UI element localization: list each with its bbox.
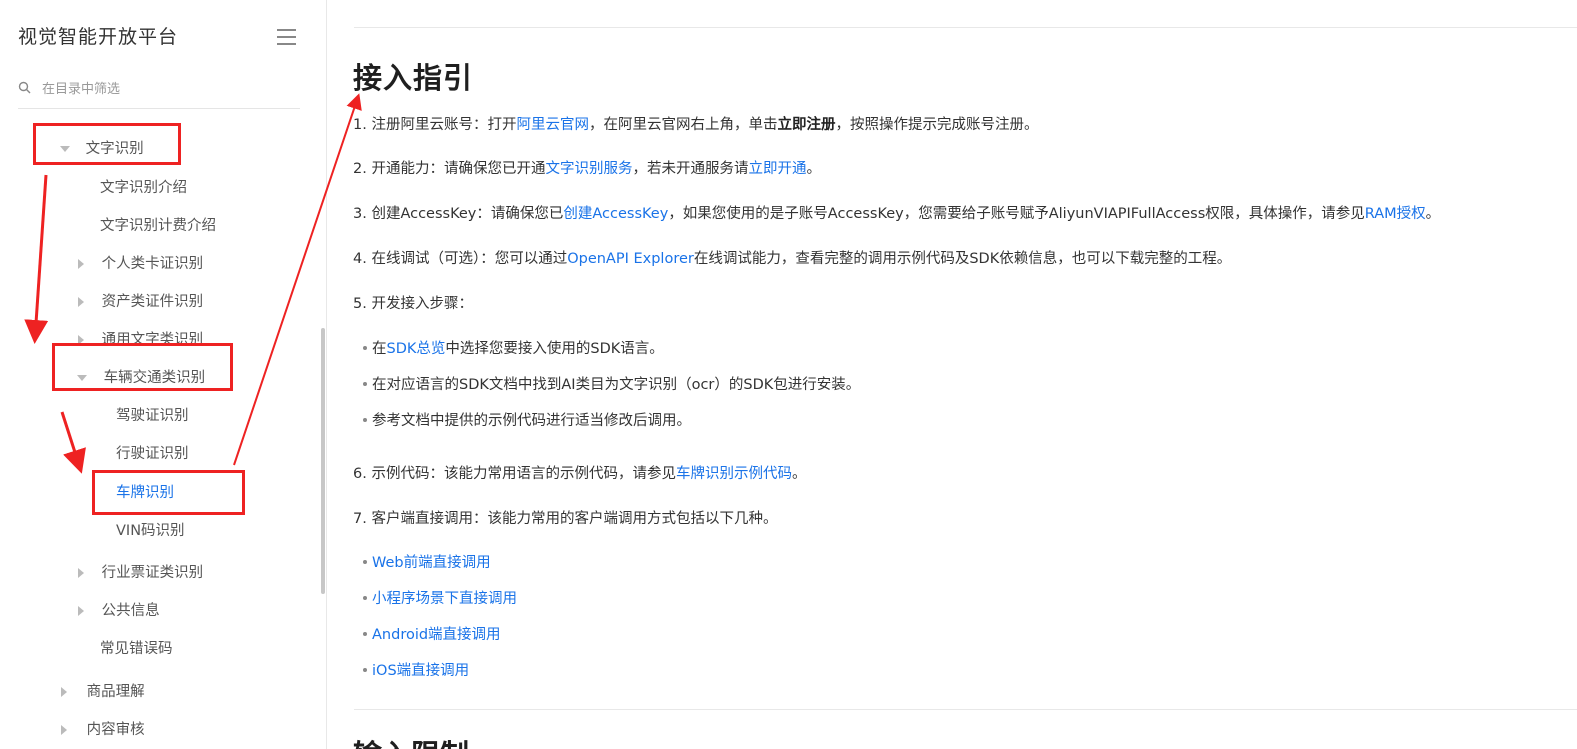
step-7: 7. 客户端直接调用：该能力常用的客户端调用方式包括以下几种。 xyxy=(353,507,777,528)
web-frontend-link[interactable]: Web前端直接调用 xyxy=(372,555,491,571)
nav-product-understanding[interactable]: 商品理解 xyxy=(61,680,145,701)
doc-content: 接入指引 1. 注册阿里云账号：打开阿里云官网，在阿里云官网右上角，单击立即注册… xyxy=(327,0,1577,749)
create-accesskey-link[interactable]: 创建AccessKey xyxy=(563,206,668,222)
nav-asset-document-recognition[interactable]: 资产类证件识别 xyxy=(78,290,203,311)
step-text: 。 xyxy=(806,161,821,177)
nav-label: VIN码识别 xyxy=(116,523,185,539)
nav-label: 车牌识别 xyxy=(116,485,174,501)
sdk-overview-link[interactable]: SDK总览 xyxy=(387,341,446,357)
nav-public-info[interactable]: 公共信息 xyxy=(78,599,160,620)
caret-down-icon xyxy=(77,375,87,381)
step-text: 5. 开发接入步骤： xyxy=(353,296,473,312)
nav-label: 车辆交通类识别 xyxy=(103,370,206,386)
step-text: ，按照操作提示完成账号注册。 xyxy=(835,117,1039,133)
next-section-heading: 输入限制 xyxy=(353,732,469,749)
step-3: 3. 创建AccessKey：请确保您已创建AccessKey，如果您使用的是子… xyxy=(353,202,1440,223)
nav-label: 商品理解 xyxy=(86,684,145,700)
divider xyxy=(354,27,1577,28)
nav-content-moderation[interactable]: 内容审核 xyxy=(61,718,145,739)
miniprogram-link[interactable]: 小程序场景下直接调用 xyxy=(372,591,517,607)
nav-label: 个人类卡证识别 xyxy=(101,256,204,272)
client-call-item: Android端直接调用 xyxy=(363,623,501,644)
catalog-filter xyxy=(18,78,300,109)
nav-text-recognition-intro[interactable]: 文字识别介绍 xyxy=(100,176,187,197)
step-text: 在对应语言的SDK文档中找到AI类目为文字识别（ocr）的SDK包进行安装。 xyxy=(372,377,861,393)
nav-vehicle-license-recognition[interactable]: 行驶证识别 xyxy=(116,442,189,463)
register-now-text: 立即注册 xyxy=(777,117,836,133)
client-call-item: iOS端直接调用 xyxy=(362,659,469,680)
platform-title[interactable]: 视觉智能开放平台 xyxy=(18,22,178,49)
nav-vehicle-traffic-recognition[interactable]: 车辆交通类识别 xyxy=(77,366,205,387)
nav-label: 文字识别计费介绍 xyxy=(100,218,216,234)
client-call-item: Web前端直接调用 xyxy=(363,551,491,572)
nav-personal-card-recognition[interactable]: 个人类卡证识别 xyxy=(78,252,203,273)
android-link[interactable]: Android端直接调用 xyxy=(372,627,501,643)
nav-text-recognition-billing[interactable]: 文字识别计费介绍 xyxy=(100,214,216,235)
nav-vin-recognition[interactable]: VIN码识别 xyxy=(116,519,185,540)
nav-label: 通用文字类识别 xyxy=(101,332,204,348)
step-text: 在 xyxy=(372,341,387,357)
step-1: 1. 注册阿里云账号：打开阿里云官网，在阿里云官网右上角，单击立即注册，按照操作… xyxy=(353,113,1038,134)
nav-label: 内容审核 xyxy=(86,722,145,738)
nav-text-recognition[interactable]: 文字识别 xyxy=(60,137,144,158)
nav-label: 行业票证类识别 xyxy=(101,565,204,581)
ram-authorization-link[interactable]: RAM授权 xyxy=(1365,206,1426,222)
step-text: ，如果您使用的是子账号AccessKey，您需要给子账号赋予AliyunVIAP… xyxy=(668,206,1365,222)
sidebar: 视觉智能开放平台 文字识别 文字识别介绍 文字识别计费介绍 个人类卡证识别 资产… xyxy=(0,0,327,749)
caret-right-icon xyxy=(78,297,84,307)
caret-right-icon xyxy=(78,568,84,578)
step-text: 6. 示例代码：该能力常用语言的示例代码，请参见 xyxy=(353,466,676,482)
plate-sample-code-link[interactable]: 车牌识别示例代码 xyxy=(676,466,792,482)
ocr-service-link[interactable]: 文字识别服务 xyxy=(545,161,632,177)
dev-step-item: 在对应语言的SDK文档中找到AI类目为文字识别（ocr）的SDK包进行安装。 xyxy=(362,373,861,394)
aliyun-site-link[interactable]: 阿里云官网 xyxy=(516,117,589,133)
catalog-filter-input[interactable] xyxy=(42,78,292,100)
caret-right-icon xyxy=(61,687,67,697)
activate-now-link[interactable]: 立即开通 xyxy=(748,161,806,177)
step-text: 。 xyxy=(1425,206,1441,222)
page-title: 接入指引 xyxy=(353,61,474,95)
nav-label: 公共信息 xyxy=(101,603,160,619)
nav-label: 文字识别介绍 xyxy=(100,180,187,196)
step-text: 1. 注册阿里云账号：打开 xyxy=(353,117,517,133)
step-text: 7. 客户端直接调用：该能力常用的客户端调用方式包括以下几种。 xyxy=(353,511,778,527)
step-text: ，若未开通服务请 xyxy=(632,161,749,177)
client-call-item: 小程序场景下直接调用 xyxy=(363,587,517,608)
nav-license-plate-recognition[interactable]: 车牌识别 xyxy=(116,481,174,502)
step-text: ，在阿里云官网右上角，单击 xyxy=(588,117,778,133)
step-text: 在线调试能力，查看完整的调用示例代码及SDK依赖信息，也可以下载完整的工程。 xyxy=(693,251,1232,267)
step-text: 参考文档中提供的示例代码进行适当修改后调用。 xyxy=(372,413,691,429)
step-text: 。 xyxy=(791,466,807,482)
step-text: 2. 开通能力：请确保您已开通 xyxy=(353,161,546,177)
caret-right-icon xyxy=(61,725,67,735)
dev-step-item: 在SDK总览中选择您要接入使用的SDK语言。 xyxy=(363,337,664,358)
openapi-explorer-link[interactable]: OpenAPI Explorer xyxy=(567,251,694,267)
search-icon xyxy=(18,81,31,94)
step-text: 中选择您要接入使用的SDK语言。 xyxy=(445,341,664,357)
caret-right-icon xyxy=(78,335,84,345)
step-4: 4. 在线调试（可选）：您可以通过OpenAPI Explorer在线调试能力，… xyxy=(353,247,1231,268)
step-6: 6. 示例代码：该能力常用语言的示例代码，请参见车牌识别示例代码。 xyxy=(353,462,806,483)
step-5: 5. 开发接入步骤： xyxy=(353,292,473,313)
step-text: 4. 在线调试（可选）：您可以通过 xyxy=(353,251,568,267)
caret-right-icon xyxy=(78,259,84,269)
nav-label: 行驶证识别 xyxy=(116,446,189,462)
caret-right-icon xyxy=(78,606,84,616)
nav-label: 文字识别 xyxy=(85,141,144,157)
nav-label: 驾驶证识别 xyxy=(116,408,189,424)
sidebar-scrollbar[interactable] xyxy=(321,328,325,594)
dev-step-item: 参考文档中提供的示例代码进行适当修改后调用。 xyxy=(363,409,691,430)
divider xyxy=(354,709,1577,710)
nav-driver-license-recognition[interactable]: 驾驶证识别 xyxy=(116,404,189,425)
hamburger-menu-icon[interactable] xyxy=(277,28,297,46)
nav-label: 常见错误码 xyxy=(100,641,173,657)
nav-industry-ticket-recognition[interactable]: 行业票证类识别 xyxy=(78,561,203,582)
step-2: 2. 开通能力：请确保您已开通文字识别服务，若未开通服务请立即开通。 xyxy=(353,157,821,178)
nav-general-text-recognition[interactable]: 通用文字类识别 xyxy=(78,328,203,349)
ios-link[interactable]: iOS端直接调用 xyxy=(372,663,469,679)
step-text: 3. 创建AccessKey：请确保您已 xyxy=(353,206,564,222)
caret-down-icon xyxy=(60,146,70,152)
nav-common-error-codes[interactable]: 常见错误码 xyxy=(100,637,173,658)
nav-label: 资产类证件识别 xyxy=(101,294,204,310)
